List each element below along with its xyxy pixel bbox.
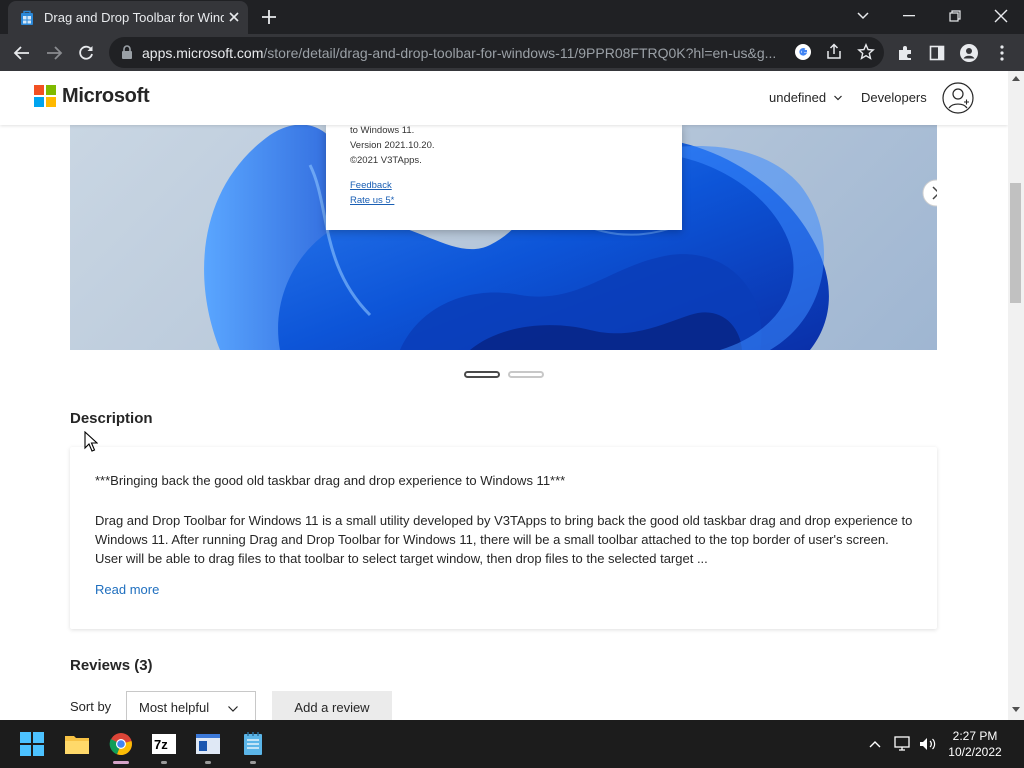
add-review-button[interactable]: Add a review: [272, 691, 392, 720]
reload-icon[interactable]: [75, 42, 97, 64]
sort-dropdown[interactable]: Most helpful: [126, 691, 256, 720]
app-window-icon[interactable]: [192, 728, 224, 764]
account-avatar-icon[interactable]: [942, 82, 974, 114]
reviews-heading: Reviews (3): [70, 657, 153, 674]
start-icon[interactable]: [16, 728, 48, 760]
chrome-icon[interactable]: [105, 728, 137, 764]
clock-date[interactable]: 10/2/2022: [940, 745, 1010, 760]
scroll-up-icon[interactable]: [1012, 75, 1020, 81]
description-headline: ***Bringing back the good old taskbar dr…: [95, 473, 566, 488]
nav-dropdown[interactable]: undefined: [769, 90, 826, 106]
browser-titlebar: Drag and Drop Toolbar for Windows 11: [0, 0, 1024, 34]
page-scrollbar[interactable]: [1008, 71, 1024, 720]
address-bar[interactable]: apps.microsoft.com/store/detail/drag-and…: [109, 37, 884, 68]
microsoft-logo-icon[interactable]: [34, 85, 56, 107]
svg-text:7z: 7z: [154, 737, 168, 752]
network-icon[interactable]: [894, 735, 912, 753]
forward-icon[interactable]: [43, 42, 65, 64]
scrollbar-thumb[interactable]: [1010, 183, 1021, 303]
profile-icon[interactable]: [958, 42, 980, 64]
extensions-icon[interactable]: [894, 42, 916, 64]
tab-search-icon[interactable]: [851, 5, 875, 27]
new-tab-icon[interactable]: [259, 7, 279, 27]
about-dialog: to Windows 11. Version 2021.10.20. ©2021…: [326, 125, 682, 230]
next-screenshot-icon[interactable]: [922, 179, 937, 207]
rate-link[interactable]: Rate us 5*: [350, 195, 394, 207]
sort-by-label: Sort by: [70, 699, 112, 714]
description-card: ***Bringing back the good old taskbar dr…: [70, 447, 937, 629]
browser-tab[interactable]: Drag and Drop Toolbar for Windows 11: [8, 1, 248, 34]
site-header: Microsoft undefined Developers: [0, 71, 1008, 125]
restore-icon[interactable]: [943, 5, 967, 27]
pager-dot-active[interactable]: [464, 371, 500, 378]
about-line: Version 2021.10.20.: [350, 140, 435, 151]
brand-name[interactable]: Microsoft: [62, 84, 150, 108]
windows-taskbar: 7z 2:27 PM 10/2/2022: [0, 720, 1024, 768]
url-text[interactable]: apps.microsoft.com/store/detail/drag-and…: [142, 44, 792, 62]
browser-toolbar: apps.microsoft.com/store/detail/drag-and…: [0, 34, 1024, 71]
lock-icon[interactable]: [121, 45, 133, 59]
minimize-icon[interactable]: [897, 5, 921, 27]
web-page: Microsoft undefined Developers to Window…: [0, 71, 1008, 720]
chevron-down-icon: [228, 706, 238, 712]
google-lens-icon[interactable]: [792, 41, 814, 63]
notepad-icon[interactable]: [237, 728, 269, 764]
tab-title: Drag and Drop Toolbar for Windows 11: [44, 10, 224, 25]
developers-link[interactable]: Developers: [861, 90, 927, 106]
url-path: /store/detail/drag-and-drop-toolbar-for-…: [263, 45, 777, 61]
description-body: Drag and Drop Toolbar for Windows 11 is …: [95, 513, 913, 566]
running-indicator: [250, 761, 256, 764]
store-favicon-icon: [21, 10, 33, 25]
mouse-cursor-icon: [84, 431, 98, 452]
feedback-link[interactable]: Feedback: [350, 180, 392, 192]
tab-close-icon[interactable]: [226, 9, 242, 25]
bookmark-star-icon[interactable]: [855, 41, 877, 63]
scroll-down-icon[interactable]: [1012, 707, 1020, 713]
about-line: to Windows 11.: [350, 125, 415, 136]
7zip-icon[interactable]: 7z: [148, 728, 180, 764]
about-line: ©2021 V3TApps.: [350, 155, 422, 166]
clock-time[interactable]: 2:27 PM: [940, 729, 1010, 744]
back-icon[interactable]: [11, 42, 33, 64]
chevron-down-icon[interactable]: [833, 93, 843, 103]
running-indicator: [205, 761, 211, 764]
sort-value: Most helpful: [139, 700, 210, 715]
side-panel-icon[interactable]: [926, 42, 948, 64]
url-host: apps.microsoft.com: [142, 45, 264, 61]
volume-icon[interactable]: [919, 735, 937, 753]
pager-dot[interactable]: [508, 371, 544, 378]
description-heading: Description: [70, 410, 153, 427]
chrome-menu-icon[interactable]: [991, 42, 1013, 64]
active-indicator: [113, 761, 129, 764]
share-icon[interactable]: [823, 41, 845, 63]
show-hidden-icons-icon[interactable]: [866, 735, 884, 753]
close-window-icon[interactable]: [989, 5, 1013, 27]
app-screenshot[interactable]: to Windows 11. Version 2021.10.20. ©2021…: [70, 125, 937, 350]
read-more-link[interactable]: Read more: [95, 582, 159, 598]
file-explorer-icon[interactable]: [61, 728, 93, 760]
running-indicator: [161, 761, 167, 764]
